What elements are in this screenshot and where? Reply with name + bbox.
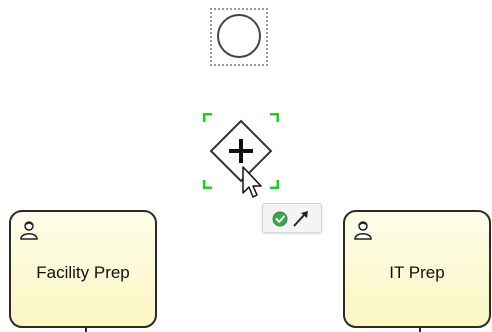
task-facility-prep[interactable]: Facility Prep xyxy=(9,210,157,332)
user-icon xyxy=(20,221,38,240)
context-pad xyxy=(262,203,322,233)
task-label: Facility Prep xyxy=(36,263,130,282)
connect-arrow-icon[interactable] xyxy=(293,211,308,227)
task-label: IT Prep xyxy=(389,263,445,282)
user-icon xyxy=(354,221,372,240)
start-event[interactable] xyxy=(217,14,261,58)
sequence-flow-stub xyxy=(85,326,87,332)
task-it-prep[interactable]: IT Prep xyxy=(343,210,491,332)
confirm-icon[interactable] xyxy=(272,211,288,227)
mouse-cursor-icon xyxy=(240,165,266,201)
sequence-flow-stub xyxy=(419,326,421,332)
